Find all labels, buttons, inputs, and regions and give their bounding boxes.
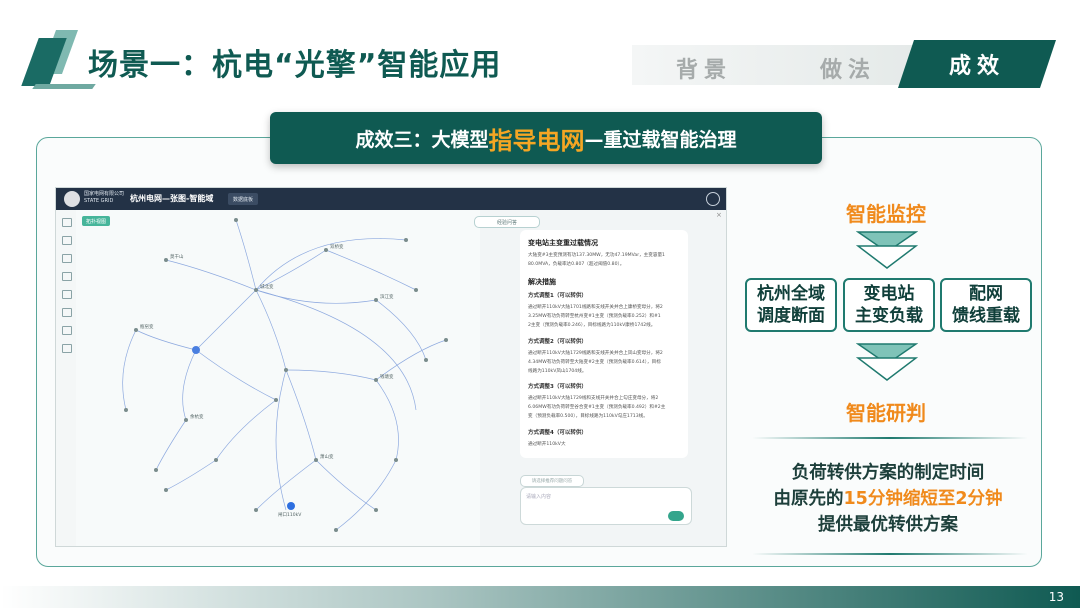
footer-bar [0, 586, 1080, 608]
app-title: 杭州电网—张图-智能域 [130, 194, 214, 203]
monitor-box-substation: 变电站 主变负载 [843, 278, 935, 332]
sidebar-chart-icon[interactable] [62, 272, 72, 281]
user-icon[interactable] [706, 192, 720, 206]
result-line-1: 负荷转供方案的制定时间 [791, 463, 985, 483]
monitor-box-dispatch: 杭州全域 调度断面 [745, 278, 837, 332]
plan-title: 方式调整4（可以转供） [528, 430, 587, 436]
state-grid-logo-icon [64, 191, 80, 207]
send-button[interactable] [668, 511, 684, 521]
banner-prefix: 成效三：大模型 [355, 128, 489, 151]
box-line: 调度断面 [757, 306, 825, 326]
graph-label: 城北变 [260, 283, 274, 290]
graph-label: 双桥变 [330, 243, 344, 250]
chat-summary-line: 大陆变#3主变预测有功137.30MW，无功47.19MVar，主变容量1 [528, 253, 665, 258]
monitor-title: 智能监控 [846, 202, 926, 226]
sidebar-settings-icon[interactable] [62, 344, 72, 353]
graph-label: 萧山变 [320, 453, 334, 460]
plan-line: 4.34MW有功负荷转至大陆变#2主变（预测负载率0.614），目标 [528, 360, 661, 365]
map-view-tag[interactable]: 拓扑视图 [82, 216, 110, 226]
box-line: 馈线重载 [952, 306, 1020, 326]
sidebar-tools-icon[interactable] [62, 326, 72, 335]
sidebar-home-icon[interactable] [62, 218, 72, 227]
chat-summary-line: 80.0MVA，负载率达0.807（超过阈值0.80）。 [528, 262, 625, 267]
plan-line: 通过断开110kV大 [528, 442, 566, 447]
plan-line: 3.25MW有功负荷转至杭州变#1主变（预测负载率0.252）和#1 [528, 314, 661, 319]
app-org-name: 国家电网有限公司 STATE GRID [84, 191, 124, 205]
graph-label: 闸口110kV [278, 511, 302, 518]
tab-background[interactable]: 背景 [676, 52, 732, 84]
result-line-2: 由原先的15分钟缩短至2分钟 [740, 485, 1036, 510]
tab-result[interactable]: 成效 [898, 40, 1056, 88]
monitor-box-feeder: 配网 馈线重载 [940, 278, 1032, 332]
measures-title: 解决措施 [528, 278, 556, 286]
graph-label: 滨江变 [380, 293, 394, 300]
result-line-3: 提供最优转供方案 [818, 515, 958, 535]
app-sidebar [56, 210, 77, 546]
plan-title: 方式调整3（可以转供） [528, 384, 587, 390]
graph-label: 莫干山 [170, 253, 184, 260]
plan-line: 通过断开110kV大陆1729线和支线开关并合上勾庄变母分，将2 [528, 396, 659, 401]
banner-highlight: 指导电网 [488, 126, 585, 155]
box-line: 配网 [969, 284, 1003, 304]
app-top-button[interactable]: 数据底板 [228, 193, 258, 205]
result-line-2-prefix: 由原先的 [773, 489, 844, 509]
app-org-line2: STATE GRID [84, 198, 114, 204]
down-arrow-icon [856, 343, 918, 381]
section-banner: 成效三：大模型 指导电网 —重过载智能治理 [270, 112, 822, 164]
close-icon[interactable]: × [716, 211, 722, 219]
tab-method[interactable]: 做法 [820, 52, 876, 84]
logo-underline [32, 84, 96, 89]
graph-label: 余杭变 [190, 413, 204, 420]
box-line: 变电站 [863, 284, 915, 304]
divider-top [752, 437, 1028, 439]
box-line: 主变负载 [855, 306, 923, 326]
banner-suffix: —重过载智能治理 [584, 128, 737, 151]
page-number: 13 [1048, 590, 1064, 604]
app-org-line1: 国家电网有限公司 [84, 191, 125, 197]
topology-svg: 莫干山 城北变 双桥变 滨江变 钱塘变 萧山变 瓶窑变 余杭变 闸口110kV [122, 218, 448, 532]
plan-line: 通过断开110kV大陆1729线路和支线开关并合上凤山变母分，将2 [528, 351, 663, 356]
plan-line: 2主变（预测负载率0.246），目标线路为110kV康桥1742线。 [528, 323, 656, 328]
sidebar-stats-icon[interactable] [62, 308, 72, 317]
grid-topology-graph[interactable]: 莫干山 城北变 双桥变 滨江变 钱塘变 萧山变 瓶窑变 余杭变 闸口110kV [76, 210, 480, 546]
plan-line: 变（预测负载率0.500），目标线路为110kV勾庄1713线。 [528, 414, 648, 419]
box-line: 杭州全域 [757, 284, 825, 304]
chat-mode-pill[interactable]: 经验问答 [474, 216, 540, 228]
result-highlight: 15分钟缩短至2分钟 [843, 489, 1003, 509]
page-title: 场景一：杭电“光擎”智能应用 [88, 48, 502, 83]
suggested-question-pill[interactable]: 请选择推荐问题问答 [520, 475, 584, 487]
plan-line: 6.06MW有功负荷转至谷合变#1主变（预测负载率0.492）和#2主 [528, 405, 666, 410]
divider-bottom [752, 553, 1028, 555]
plan-line: 线路为110kV凤山1704线。 [528, 369, 587, 374]
plan-line: 通过断开110kV大陆1701线路和支线开关并合上康桥变母分，将2 [528, 305, 663, 310]
graph-label: 瓶窑变 [140, 323, 154, 330]
graph-label: 钱塘变 [380, 373, 394, 380]
sidebar-layer-icon[interactable] [62, 254, 72, 263]
down-arrow-icon [856, 231, 918, 269]
sidebar-grid-icon[interactable] [62, 236, 72, 245]
chat-input-placeholder: 请输入内容 [526, 494, 552, 500]
sidebar-doc-icon[interactable] [62, 290, 72, 299]
plan-title: 方式调整2（可以转供） [528, 339, 587, 345]
judge-title: 智能研判 [846, 401, 926, 425]
plan-title: 方式调整1（可以转供） [528, 293, 587, 299]
chat-title: 变电站主变重过载情况 [528, 239, 598, 247]
